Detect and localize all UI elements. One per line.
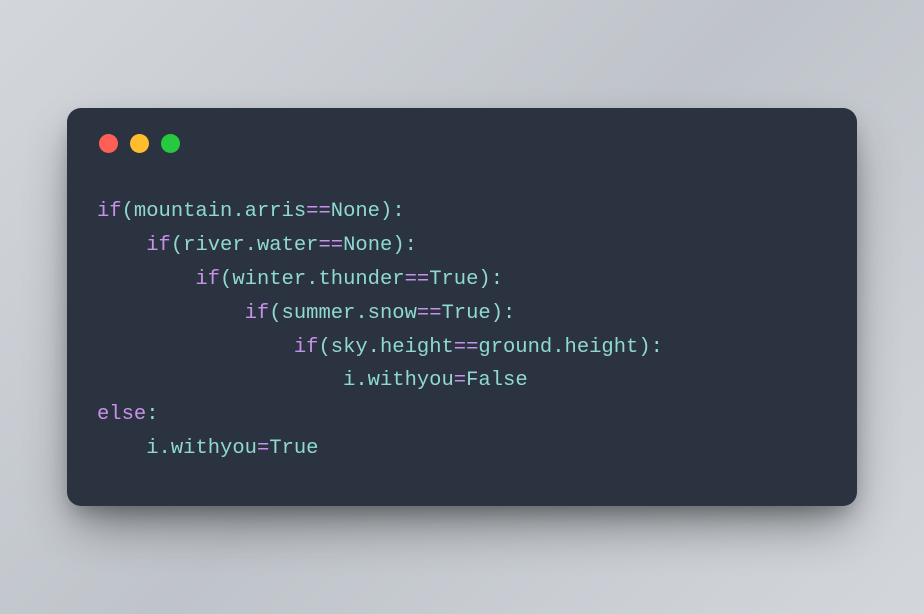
code-token: ) — [478, 268, 490, 291]
code-block: if(mountain.arris==None): if(river.water… — [97, 195, 827, 466]
code-line: if(winter.thunder==True): — [97, 263, 827, 297]
code-token: height — [565, 336, 639, 359]
code-token: . — [245, 234, 257, 257]
code-token: : — [392, 200, 404, 223]
code-token: . — [368, 336, 380, 359]
window-traffic-lights — [99, 134, 827, 153]
code-line: if(summer.snow==True): — [97, 297, 827, 331]
code-token: if — [245, 302, 270, 325]
code-line: i.withyou=True — [97, 432, 827, 466]
code-token: : — [405, 234, 417, 257]
code-token: if — [146, 234, 171, 257]
code-token: sky — [331, 336, 368, 359]
code-token: ) — [491, 302, 503, 325]
code-token: . — [355, 369, 367, 392]
code-token: == — [454, 336, 479, 359]
code-token: False — [466, 369, 528, 392]
code-token: == — [318, 234, 343, 257]
code-token: . — [159, 437, 171, 460]
code-line: if(sky.height==ground.height): — [97, 331, 827, 365]
code-token: summer — [282, 302, 356, 325]
code-token: snow — [368, 302, 417, 325]
code-token: ) — [380, 200, 392, 223]
code-token: . — [355, 302, 367, 325]
code-token: True — [269, 437, 318, 460]
code-token: withyou — [368, 369, 454, 392]
code-line: else: — [97, 398, 827, 432]
code-token: thunder — [318, 268, 404, 291]
code-token: : — [146, 403, 158, 426]
code-token: None — [331, 200, 380, 223]
minimize-icon[interactable] — [130, 134, 149, 153]
code-token: height — [380, 336, 454, 359]
code-token: == — [405, 268, 430, 291]
code-token: else — [97, 403, 146, 426]
zoom-icon[interactable] — [161, 134, 180, 153]
code-line: i.withyou=False — [97, 364, 827, 398]
code-token: == — [417, 302, 442, 325]
code-token: withyou — [171, 437, 257, 460]
code-token: . — [232, 200, 244, 223]
code-token: if — [97, 200, 122, 223]
code-token: ) — [638, 336, 650, 359]
code-line: if(river.water==None): — [97, 229, 827, 263]
code-token: ground — [478, 336, 552, 359]
close-icon[interactable] — [99, 134, 118, 153]
code-line: if(mountain.arris==None): — [97, 195, 827, 229]
code-token: i — [343, 369, 355, 392]
code-token: ( — [220, 268, 232, 291]
code-token: if — [294, 336, 319, 359]
code-token: : — [491, 268, 503, 291]
code-token: = — [454, 369, 466, 392]
code-token: if — [195, 268, 220, 291]
code-token: None — [343, 234, 392, 257]
code-token: i — [146, 437, 158, 460]
code-token: river — [183, 234, 245, 257]
code-token: True — [429, 268, 478, 291]
code-token: water — [257, 234, 319, 257]
code-window: if(mountain.arris==None): if(river.water… — [67, 108, 857, 506]
code-token: ( — [122, 200, 134, 223]
code-token: : — [503, 302, 515, 325]
code-token: = — [257, 437, 269, 460]
code-token: ) — [392, 234, 404, 257]
code-token: arris — [245, 200, 307, 223]
code-token: ( — [269, 302, 281, 325]
code-token: mountain — [134, 200, 232, 223]
code-token: winter — [232, 268, 306, 291]
code-token: True — [442, 302, 491, 325]
code-token: == — [306, 200, 331, 223]
code-token: ( — [171, 234, 183, 257]
code-token: . — [552, 336, 564, 359]
code-token: ( — [318, 336, 330, 359]
code-token: . — [306, 268, 318, 291]
code-token: : — [651, 336, 663, 359]
